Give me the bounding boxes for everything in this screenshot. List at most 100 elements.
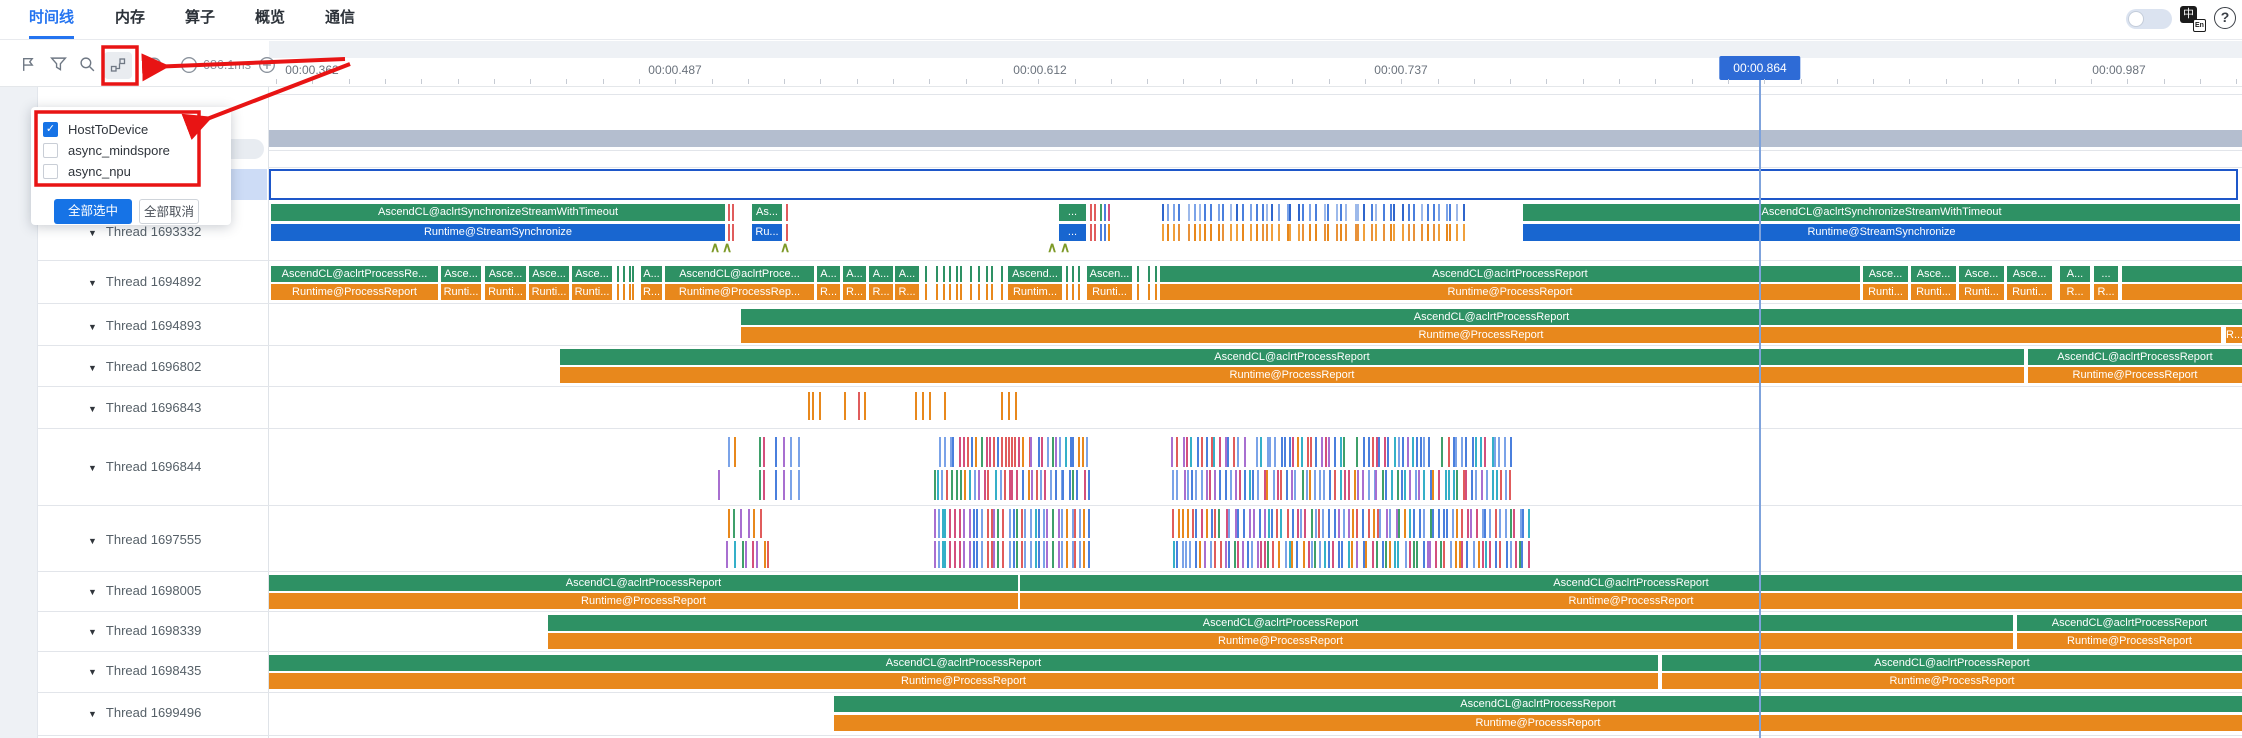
collapse-triangle-icon[interactable]: ▼ [88,363,97,373]
timeline-bar[interactable]: A... [817,266,840,282]
timeline-bar[interactable]: Runtime@ProcessReport [271,284,438,300]
timeline-bar[interactable]: R... [2094,284,2118,300]
timeline-bar[interactable]: Ascen... [1087,266,1132,282]
timeline-bar[interactable]: R... [2226,327,2242,343]
thread-row-label[interactable]: ▼Thread 1694892 [88,272,263,291]
timeline-bar[interactable]: Runtime@ProcessRep... [665,284,814,300]
timeline-bar[interactable]: Runti... [2007,284,2052,300]
timeline-bar[interactable]: A... [2060,266,2090,282]
history-icon[interactable] [145,56,163,79]
timeline-bar[interactable]: Runtime@ProcessReport [548,633,2013,649]
timeline-bar[interactable]: Runtime@StreamSynchronize [1523,224,2240,241]
timeline-bar[interactable]: AscendCL@aclrtSynchronizeStreamWithTimeo… [1523,204,2240,221]
timeline-bar[interactable]: Runti... [1863,284,1908,300]
timeline-bar[interactable]: R... [641,284,662,300]
timeline-bar[interactable]: Runti... [1911,284,1956,300]
thread-row-label[interactable]: ▼Thread 1694893 [88,316,263,335]
collapse-triangle-icon[interactable]: ▼ [88,322,97,332]
thread-row-label[interactable]: ▼Thread 1697555 [88,530,263,549]
timeline-ruler[interactable]: 686.1ms 00:00.36200:00.48700:00.61200:00… [0,39,2242,87]
thread-row-label[interactable]: ▼Thread 1698005 [88,581,263,600]
timeline-bar[interactable]: AscendCL@aclrtProcessReport [1662,655,2242,671]
timeline-bar[interactable]: A... [869,266,893,282]
timeline-bar[interactable]: Runtime@ProcessReport [560,367,2024,383]
timeline-bar[interactable]: A... [641,266,662,282]
deselect-all-button[interactable]: 全部取消 [139,199,199,224]
selected-row-outline[interactable] [269,169,2238,200]
zoom-out-icon[interactable] [180,56,198,79]
timeline-bar[interactable]: R... [895,284,919,300]
timeline-bar[interactable]: AscendCL@aclrtProcessReport [269,575,1018,591]
timeline-bar[interactable]: Runtim... [1008,284,1062,300]
filter-icon[interactable] [50,56,67,78]
timeline-bar[interactable]: Asce... [485,266,526,282]
timeline-bar[interactable] [2122,284,2242,300]
select-all-button[interactable]: 全部选中 [54,199,132,224]
timeline-bar[interactable]: Runti... [1959,284,2004,300]
timeline-bar[interactable]: Runtime@ProcessReport [269,593,1018,609]
timeline-bar[interactable]: AscendCL@aclrtProcessReport [269,655,1658,671]
timeline-bar[interactable]: AscendCL@aclrtProcessReport [2028,349,2242,365]
thread-row-label[interactable]: ▼Thread 1698339 [88,621,263,640]
timeline-bar[interactable] [269,130,2242,147]
timeline-bar[interactable]: Runtime@ProcessReport [269,673,1658,689]
timeline-bar[interactable]: Runti... [485,284,526,300]
popup-checkbox-item[interactable]: async_npu [43,161,131,181]
help-icon[interactable]: ? [2214,7,2236,29]
timeline-canvas[interactable]: ▼Thread 1693332AscendCL@aclrtSynchronize… [0,0,2242,738]
collapse-triangle-icon[interactable]: ▼ [88,667,97,677]
timeline-bar[interactable]: AscendCL@aclrtProcessRe... [271,266,438,282]
timeline-bar[interactable]: AscendCL@aclrtProcessReport [1020,575,2242,591]
popup-checkbox-item[interactable]: ✓HostToDevice [43,119,148,139]
timeline-bar[interactable]: Runtime@ProcessReport [2017,633,2242,649]
checkbox-checked-icon[interactable]: ✓ [43,122,58,137]
zoom-in-icon[interactable] [258,56,276,79]
timeline-bar[interactable]: AscendCL@aclrtProcessReport [1160,266,1860,282]
collapse-triangle-icon[interactable]: ▼ [88,536,97,546]
thread-row-label[interactable]: ▼Thread 1696802 [88,357,263,376]
timeline-bar[interactable]: AscendCL@aclrtProcessReport [2017,615,2242,631]
timeline-bar[interactable]: ... [2094,266,2118,282]
timeline-bar[interactable]: A... [843,266,866,282]
connection-filter-icon[interactable] [104,52,132,79]
timeline-bar[interactable]: AscendCL@aclrtSynchronizeStreamWithTimeo… [271,204,725,221]
collapse-triangle-icon[interactable]: ▼ [88,627,97,637]
timeline-bar[interactable]: Asce... [1911,266,1956,282]
timeline-bar[interactable]: Ru... [752,224,782,241]
timeline-bar[interactable]: AscendCL@aclrtProcessReport [548,615,2013,631]
time-cursor-line[interactable] [1759,80,1761,738]
flag-icon[interactable] [20,56,37,78]
timeline-bar[interactable]: Asce... [529,266,569,282]
timeline-bar[interactable]: Asce... [1863,266,1908,282]
timeline-bar[interactable]: Runtime@StreamSynchronize [271,224,725,241]
timeline-bar[interactable]: Runtime@ProcessReport [1160,284,1860,300]
timeline-bar[interactable]: Asce... [1959,266,2004,282]
language-icon[interactable]: 中 En [2180,6,2206,32]
thread-row-label[interactable]: ▼Thread 1696844 [88,457,263,476]
timeline-bar[interactable]: R... [2060,284,2090,300]
collapse-triangle-icon[interactable]: ▼ [88,709,97,719]
timeline-bar[interactable]: Runtime@ProcessReport [834,715,2242,731]
timeline-bar[interactable]: Runtime@ProcessReport [1662,673,2242,689]
timeline-bar[interactable]: ... [1059,204,1086,221]
collapse-triangle-icon[interactable]: ▼ [88,463,97,473]
timeline-bar[interactable]: AscendCL@aclrtProcessReport [834,696,2242,712]
timeline-bar[interactable]: Ascend... [1008,266,1062,282]
thread-row-label[interactable]: ▼Thread 1696843 [88,398,263,417]
collapse-triangle-icon[interactable]: ▼ [88,278,97,288]
timeline-bar[interactable]: AscendCL@aclrtProcessReport [560,349,2024,365]
tab-4[interactable]: 概览 [255,0,285,36]
timeline-bar[interactable]: Asce... [441,266,481,282]
timeline-bar[interactable]: Runtime@ProcessReport [741,327,2221,343]
timeline-bar[interactable]: Runti... [441,284,481,300]
theme-toggle[interactable] [2126,9,2172,29]
tab-1[interactable]: 时间线 [29,0,74,39]
checkbox-unchecked-icon[interactable] [43,143,58,158]
checkbox-unchecked-icon[interactable] [43,164,58,179]
thread-row-label[interactable]: ▼Thread 1699496 [88,703,263,722]
timeline-bar[interactable]: Runti... [529,284,569,300]
collapse-triangle-icon[interactable]: ▼ [88,404,97,414]
timeline-bar[interactable]: Runti... [1087,284,1132,300]
timeline-bar[interactable]: Runtime@ProcessReport [1020,593,2242,609]
timeline-bar[interactable]: R... [869,284,893,300]
